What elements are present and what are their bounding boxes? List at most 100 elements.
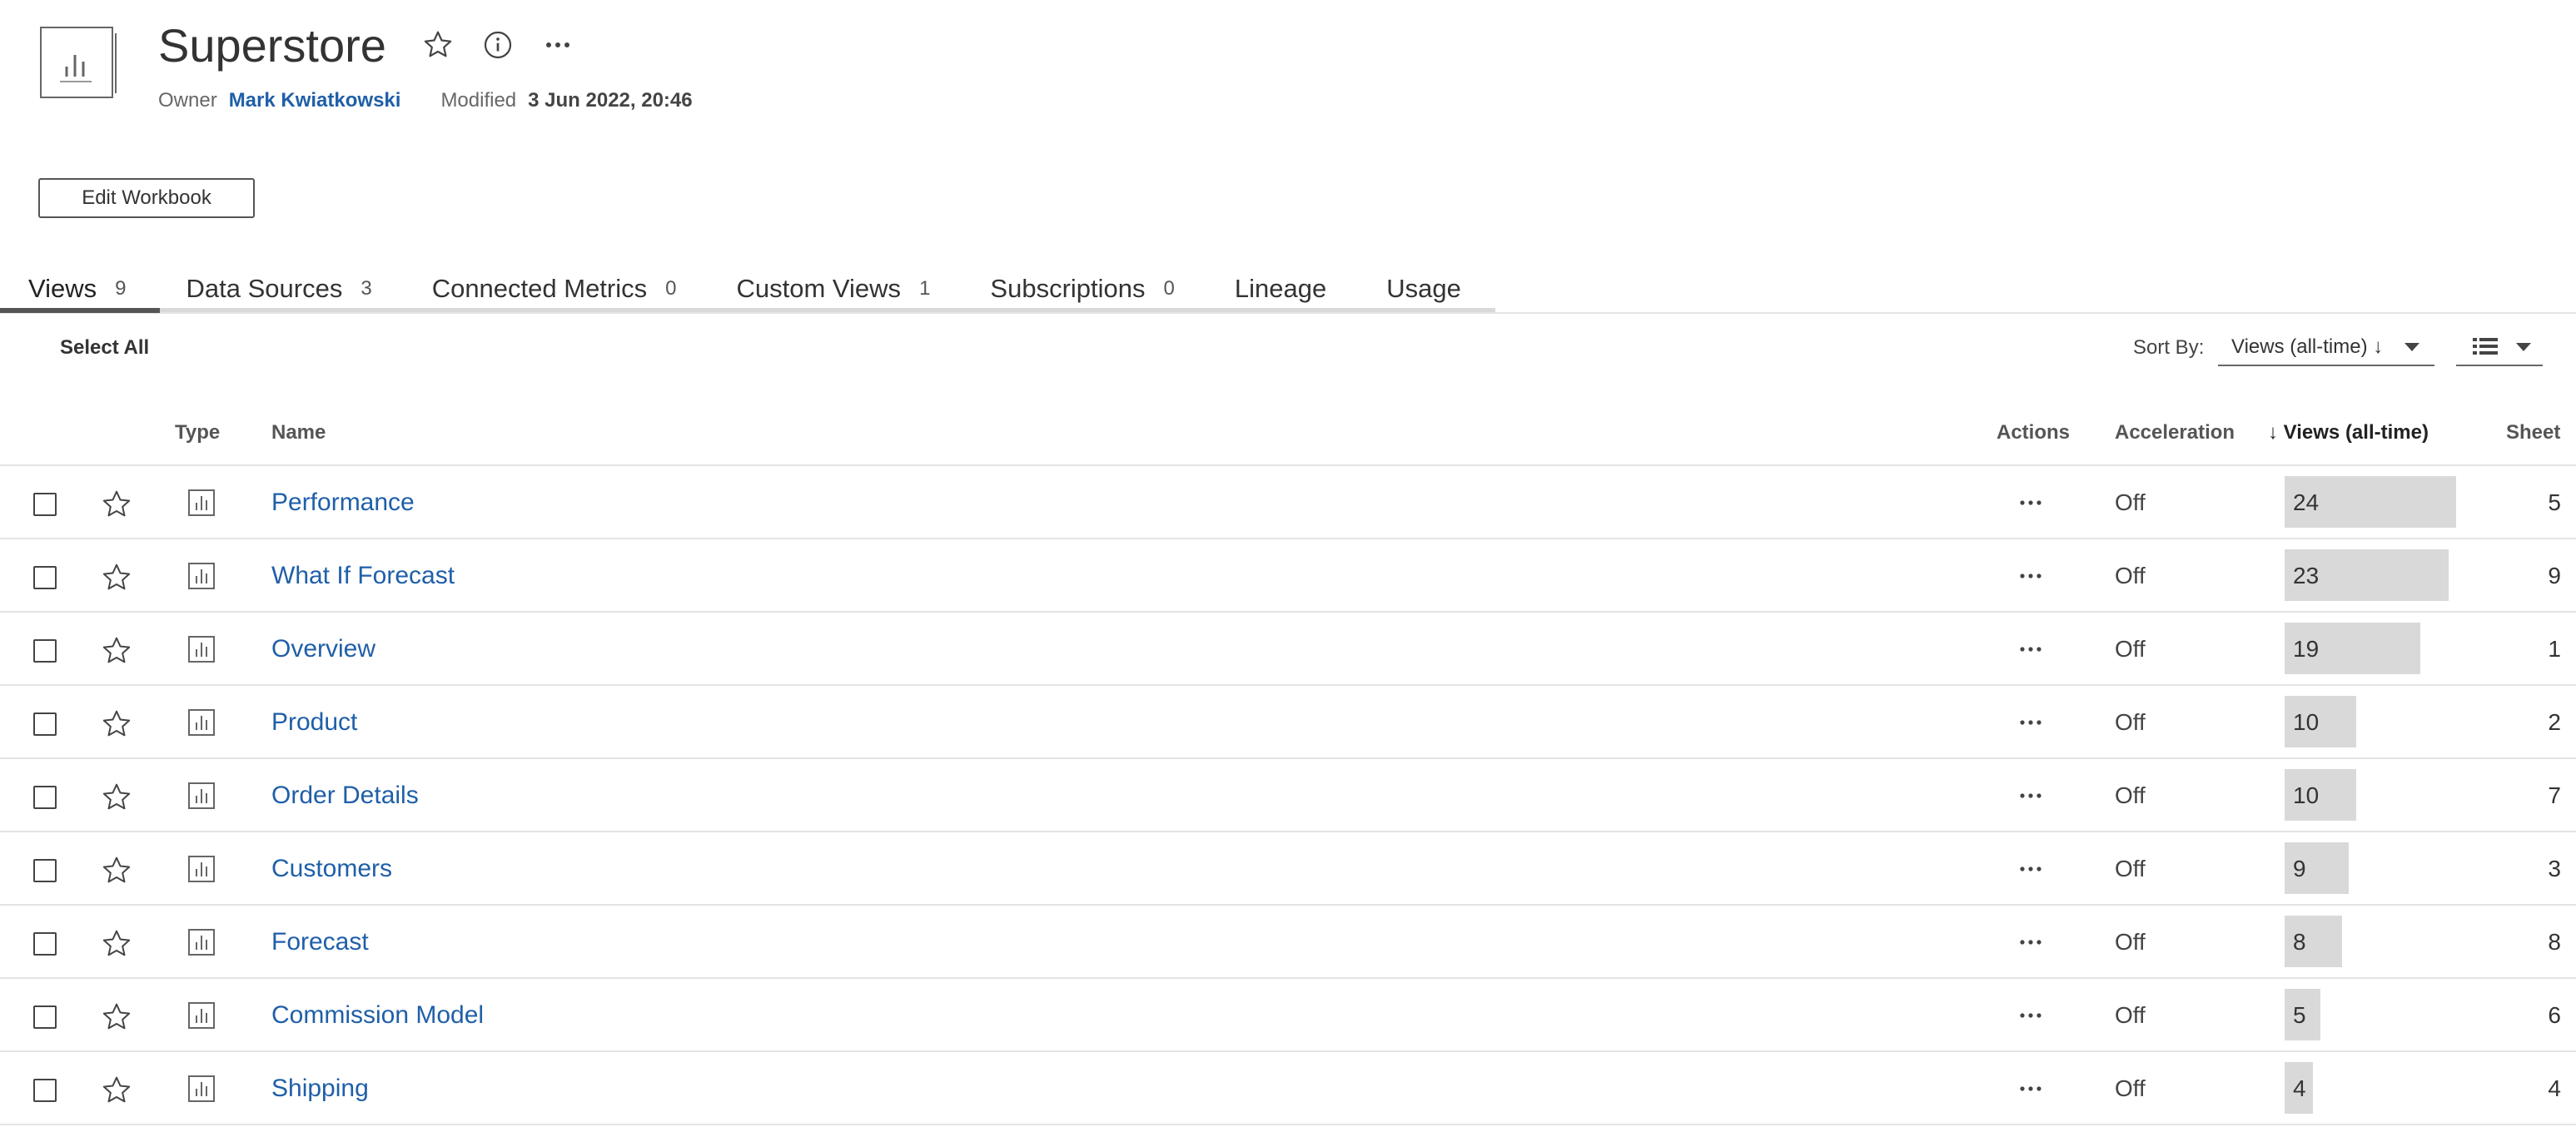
column-header-type: Type <box>175 421 221 444</box>
row-checkbox[interactable] <box>33 639 57 663</box>
table-row: Forecast Off 8 8 <box>0 904 2576 977</box>
views-count: 8 <box>2293 929 2306 955</box>
sheet-number: 8 <box>2548 929 2561 955</box>
row-checkbox[interactable] <box>33 786 57 809</box>
acceleration-value: Off <box>2115 636 2146 662</box>
views-count: 5 <box>2293 1002 2306 1028</box>
select-all-button[interactable]: Select All <box>60 333 149 363</box>
more-icon[interactable] <box>2018 566 2043 586</box>
sheet-number: 6 <box>2548 1002 2561 1028</box>
more-icon[interactable] <box>2018 1005 2043 1025</box>
sheet-type-icon <box>188 563 215 589</box>
star-icon[interactable] <box>100 561 133 594</box>
table-row: What If Forecast Off 23 9 <box>0 538 2576 611</box>
favorite-button[interactable] <box>418 25 458 65</box>
owner-link[interactable]: Mark Kwiatkowski <box>229 87 401 115</box>
view-name-link[interactable]: Performance <box>271 486 415 519</box>
star-icon[interactable] <box>100 634 133 668</box>
sheet-number: 3 <box>2548 856 2561 881</box>
tab-subscriptions[interactable]: Subscriptions 0 <box>990 265 1174 313</box>
tab-count: 1 <box>919 277 931 300</box>
star-icon[interactable] <box>100 927 133 961</box>
star-icon[interactable] <box>100 707 133 741</box>
more-icon[interactable] <box>2018 1079 2043 1099</box>
tab-data-sources[interactable]: Data Sources 3 <box>186 265 372 313</box>
star-icon[interactable] <box>100 781 133 814</box>
views-count: 9 <box>2293 856 2306 881</box>
sheet-type-icon <box>188 1075 215 1102</box>
sheet-number: 5 <box>2548 489 2561 515</box>
workbook-page: Superstore Owner Mark Kwiatkowski Modifi… <box>0 0 2576 1127</box>
owner-label: Owner <box>158 89 217 112</box>
row-checkbox[interactable] <box>33 566 57 589</box>
column-header-acceleration[interactable]: Acceleration <box>2115 418 2235 448</box>
tab-label: Lineage <box>1234 274 1327 303</box>
sheet-number: 1 <box>2548 636 2561 662</box>
star-icon[interactable] <box>100 854 133 887</box>
view-name-link[interactable]: Order Details <box>271 779 419 812</box>
chevron-down-icon <box>2404 343 2419 351</box>
acceleration-value: Off <box>2115 709 2146 735</box>
table-row: Performance Off 24 5 <box>0 464 2576 538</box>
more-icon[interactable] <box>2018 786 2043 806</box>
view-name-link[interactable]: Shipping <box>271 1072 369 1105</box>
sheet-type-icon <box>188 709 215 736</box>
row-checkbox[interactable] <box>33 712 57 736</box>
tab-usage[interactable]: Usage <box>1386 265 1461 313</box>
more-icon[interactable] <box>2018 639 2043 659</box>
tab-label: Usage <box>1386 274 1461 303</box>
view-mode-select[interactable] <box>2456 330 2543 366</box>
sort-value: Views (all-time) ↓ <box>2231 335 2384 358</box>
more-icon[interactable] <box>2018 859 2043 879</box>
more-icon[interactable] <box>2018 932 2043 952</box>
list-view-icon <box>2473 338 2498 355</box>
column-header-name[interactable]: Name <box>271 418 326 448</box>
row-checkbox[interactable] <box>33 859 57 882</box>
view-name-link[interactable]: Commission Model <box>271 999 484 1032</box>
tab-connected-metrics[interactable]: Connected Metrics 0 <box>432 265 677 313</box>
views-count: 4 <box>2293 1075 2306 1101</box>
view-name-link[interactable]: Product <box>271 706 357 739</box>
sheet-type-icon <box>188 856 215 882</box>
star-icon <box>424 31 452 57</box>
sheet-type-icon <box>188 636 215 663</box>
row-checkbox[interactable] <box>33 932 57 956</box>
tab-count: 3 <box>361 277 372 300</box>
row-checkbox[interactable] <box>33 1005 57 1029</box>
column-header-actions: Actions <box>1997 421 2071 444</box>
tab-lineage[interactable]: Lineage <box>1235 265 1326 313</box>
tab-label: Subscriptions <box>990 274 1146 303</box>
views-count: 19 <box>2293 636 2320 662</box>
views-count: 10 <box>2293 782 2320 808</box>
more-icon[interactable] <box>2018 712 2043 732</box>
info-button[interactable] <box>478 25 518 65</box>
sheet-type-icon <box>188 1002 215 1029</box>
table-row: Overview Off 19 1 <box>0 611 2576 684</box>
tab-bar: Views 9 Data Sources 3 Connected Metrics… <box>0 265 1461 313</box>
acceleration-value: Off <box>2115 856 2146 881</box>
more-icon[interactable] <box>2018 493 2043 513</box>
modified-label: Modified <box>440 89 517 112</box>
sort-select[interactable]: Views (all-time) ↓ <box>2218 330 2434 366</box>
star-icon[interactable] <box>100 488 133 521</box>
column-header-views[interactable]: ↓ Views (all-time) <box>2268 418 2429 448</box>
view-name-link[interactable]: Overview <box>271 633 375 666</box>
row-checkbox[interactable] <box>33 493 57 516</box>
view-name-link[interactable]: Forecast <box>271 926 369 959</box>
column-header-sheet[interactable]: Sheet <box>2506 418 2560 448</box>
star-icon[interactable] <box>100 1074 133 1107</box>
star-icon[interactable] <box>100 1000 133 1034</box>
view-name-link[interactable]: Customers <box>271 852 392 886</box>
tab-label: Data Sources <box>186 274 343 303</box>
tab-views[interactable]: Views 9 <box>28 265 127 313</box>
more-actions-button[interactable] <box>538 25 578 65</box>
acceleration-value: Off <box>2115 929 2146 955</box>
sheet-type-icon <box>188 489 215 516</box>
row-checkbox[interactable] <box>33 1079 57 1102</box>
tab-count: 0 <box>665 277 677 300</box>
tab-custom-views[interactable]: Custom Views 1 <box>737 265 931 313</box>
view-name-link[interactable]: What If Forecast <box>271 559 455 593</box>
tab-label: Views <box>28 274 97 303</box>
chevron-down-icon <box>2516 343 2531 351</box>
edit-workbook-button[interactable]: Edit Workbook <box>38 178 255 218</box>
